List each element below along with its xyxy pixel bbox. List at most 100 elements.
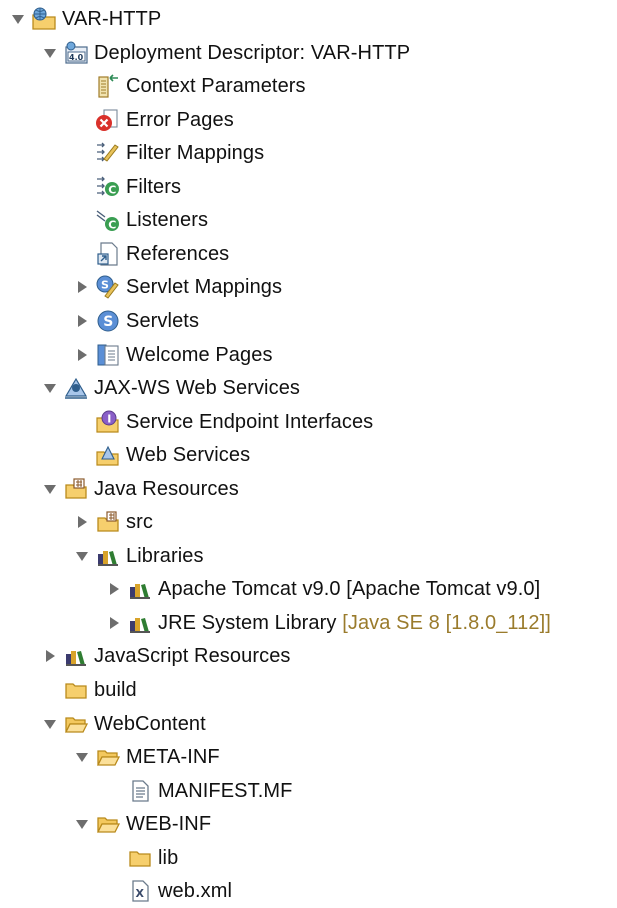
tree-item[interactable]: JavaScript Resources [0,639,617,673]
tree-item-label: Welcome Pages [126,343,273,366]
tree-item[interactable]: JRE System Library [Java SE 8 [1.8.0_112… [0,606,617,640]
tree-item-label: Libraries [126,544,204,567]
tree-item-label: Web Services [126,444,251,467]
tree-item[interactable]: S Servlets [0,304,617,338]
tree-item-label: Apache Tomcat v9.0 [Apache Tomcat v9.0] [158,578,541,601]
tree-item-label: Filter Mappings [126,142,265,165]
tree-item-label: JavaScript Resources [94,645,291,668]
tree-item-label: build [94,679,137,701]
listeners-icon: C [95,207,121,233]
xml-file-icon: X [127,878,153,904]
project-explorer-tree: VAR-HTTP 4.0 Deployment Descriptor: VAR-HT… [0,0,617,908]
web-project-icon [31,6,57,32]
folder-open-icon [95,811,121,837]
expand-arrow-icon[interactable] [74,816,90,832]
collapse-arrow-icon[interactable] [106,581,122,597]
expand-arrow-icon[interactable] [74,749,90,765]
tree-item-label: Listeners [126,209,209,232]
collapse-arrow-icon[interactable] [74,313,90,329]
servlets-icon: S [95,308,121,334]
library-icon [127,576,153,602]
tree-item-label: lib [158,846,179,869]
svg-text:C: C [108,219,116,232]
tree-item[interactable]: C Filters [0,170,617,204]
expand-arrow-icon[interactable] [10,11,26,27]
tree-item[interactable]: lib [0,841,617,875]
tree-item-label: Deployment Descriptor: VAR-HTTP [94,41,411,64]
welcome-pages-icon [95,342,121,368]
collapse-arrow-icon[interactable] [74,514,90,530]
tree-item[interactable]: 4.0 Deployment Descriptor: VAR-HTTP [0,36,617,70]
tree-item-label: src [126,511,153,534]
references-icon [95,241,121,267]
svg-text:4.0: 4.0 [69,53,84,62]
tree-item-label: Servlet Mappings [126,276,283,299]
svg-text:I: I [107,412,111,425]
tree-item[interactable]: Apache Tomcat v9.0 [Apache Tomcat v9.0] [0,572,617,606]
tree-item-label: web.xml [158,880,233,903]
folder-icon [127,845,153,871]
tree-item[interactable]: WEB-INF [0,807,617,841]
java-resources-icon [63,476,89,502]
folder-open-icon [63,711,89,737]
expand-arrow-icon[interactable] [42,380,58,396]
svg-text:C: C [108,183,116,196]
web-services-icon [95,442,121,468]
servlet-mappings-icon: S [95,274,121,300]
tree-item-label: JAX-WS Web Services [94,377,301,400]
tree-item[interactable]: Java Resources [0,472,617,506]
tree-item[interactable]: Context Parameters [0,69,617,103]
library-icon [127,610,153,636]
tree-item[interactable]: WebContent [0,707,617,741]
tree-item[interactable]: S Servlet Mappings [0,270,617,304]
tree-item-label: Servlets [126,309,200,332]
tree-item[interactable]: C Listeners [0,203,617,237]
tree-item[interactable]: META-INF [0,740,617,774]
tree-item-label: Java Resources [94,477,239,500]
tree-item[interactable]: Xweb.xml [0,874,617,908]
tree-item-label: References [126,242,230,265]
tree-item-label: Service Endpoint Interfaces [126,410,374,433]
expand-arrow-icon[interactable] [42,481,58,497]
tree-item-label: WEB-INF [126,813,212,836]
tree-item[interactable]: References [0,237,617,271]
tree-item-label: Error Pages [126,108,234,131]
tree-item-label: JRE System Library [Java SE 8 [1.8.0_112… [158,611,551,634]
tree-item[interactable]: src [0,505,617,539]
jax-ws-icon [63,375,89,401]
tree-item[interactable]: Filter Mappings [0,136,617,170]
collapse-arrow-icon[interactable] [42,648,58,664]
tree-item[interactable]: JAX-WS Web Services [0,371,617,405]
tree-item[interactable]: build [0,673,617,707]
source-folder-icon [95,509,121,535]
expand-arrow-icon[interactable] [42,716,58,732]
tree-item-label: Context Parameters [126,75,306,98]
libraries-icon [63,643,89,669]
svg-text:S: S [103,314,113,330]
text-file-icon [127,778,153,804]
svg-text:S: S [101,279,109,292]
filter-mappings-icon [95,140,121,166]
libraries-icon [95,543,121,569]
tree-item[interactable]: VAR-HTTP [0,2,617,36]
collapse-arrow-icon[interactable] [106,615,122,631]
tree-item[interactable]: MANIFEST.MF [0,774,617,808]
tree-item[interactable]: Error Pages [0,103,617,137]
collapse-arrow-icon[interactable] [74,347,90,363]
tree-item[interactable]: Web Services [0,438,617,472]
context-parameters-icon [95,73,121,99]
service-endpoint-icon: I [95,409,121,435]
folder-open-icon [95,744,121,770]
tree-item[interactable]: Welcome Pages [0,338,617,372]
filters-icon: C [95,174,121,200]
tree-item-label: MANIFEST.MF [158,779,293,802]
tree-item[interactable]: Libraries [0,539,617,573]
tree-item-label: WebContent [94,712,206,735]
tree-item-label: META-INF [126,746,220,769]
tree-item-decoration: [Java SE 8 [1.8.0_112]] [342,611,551,634]
tree-item[interactable]: I Service Endpoint Interfaces [0,405,617,439]
expand-arrow-icon[interactable] [74,548,90,564]
tree-item-label: VAR-HTTP [62,8,162,30]
expand-arrow-icon[interactable] [42,45,58,61]
collapse-arrow-icon[interactable] [74,279,90,295]
